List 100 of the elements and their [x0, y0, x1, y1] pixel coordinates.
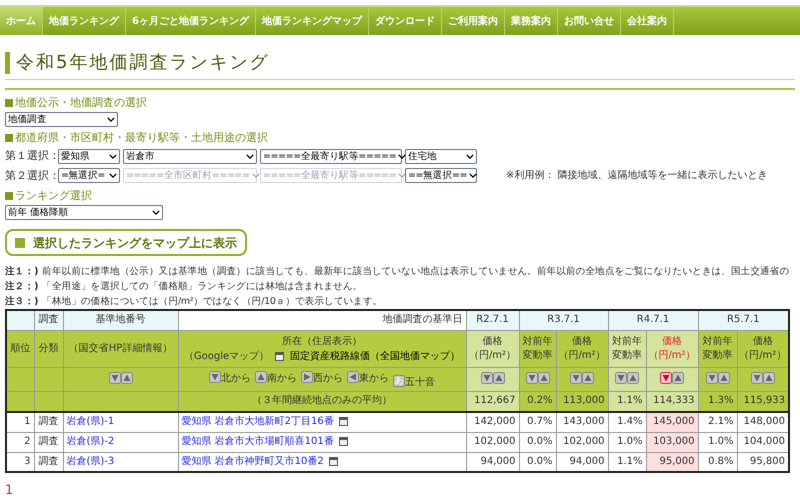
triangle-up-icon	[627, 372, 639, 384]
address-link[interactable]: 愛知県 岩倉市神野町又市10番2	[182, 456, 324, 467]
table-cell: 調査	[34, 412, 63, 432]
chevron-down-icon	[109, 154, 117, 159]
table-cell: 1.0%	[608, 432, 646, 452]
table-cell: 102,000	[466, 432, 519, 452]
sort-button[interactable]	[672, 372, 684, 384]
triangle-down-icon	[570, 372, 582, 384]
column-header: 対前年 変動率	[519, 330, 556, 367]
triangle-up-icon	[672, 372, 684, 384]
table-cell	[6, 367, 34, 391]
dropdown[interactable]: =無選択=	[58, 168, 120, 184]
chevron-down-icon	[466, 154, 474, 159]
section-heading: ランキング選択	[15, 188, 92, 204]
year-header: R3.7.1	[519, 310, 608, 330]
page-number: 1	[5, 483, 14, 498]
table-cell: 142,000	[466, 412, 519, 432]
dropdown[interactable]: 住宅地	[405, 148, 477, 164]
calendar-icon	[338, 436, 348, 446]
address-link[interactable]: 愛知県 岩倉市大地新町2丁目16番	[182, 416, 334, 428]
chevron-down-icon	[246, 154, 254, 159]
page-title: 令和5年地価調査ランキング	[16, 51, 270, 75]
triangle-down-icon	[706, 372, 718, 384]
sort-button[interactable]	[108, 372, 120, 384]
column-header: （Googleマップ）	[184, 350, 270, 364]
chevron-down-icon	[252, 173, 260, 178]
calendar-icon	[275, 352, 284, 360]
table-cell: 1.3%	[698, 391, 737, 412]
address-link[interactable]: 愛知県 岩倉市大市場町順喜101番	[182, 436, 334, 447]
column-header: 価格 （円/m²）	[556, 330, 608, 367]
sort-button[interactable]	[615, 372, 627, 384]
table-cell: 0.2%	[519, 391, 556, 412]
triangle-down-icon	[480, 372, 492, 384]
sort-button[interactable]: 東から	[347, 368, 389, 386]
year-header: R4.7.1	[608, 310, 698, 330]
column-header: 価格 （円/m²）	[646, 330, 698, 367]
column-header: （国交省HP詳細情報）	[63, 330, 178, 367]
section-heading: 都道府県・市区町村・最寄り駅等・土地用途の選択	[15, 130, 268, 146]
column-header: 対前年 変動率	[698, 330, 737, 367]
dropdown[interactable]: =====全最寄り駅等=====	[260, 148, 402, 164]
chevron-down-icon	[107, 117, 115, 122]
dropdown[interactable]: ==無選択==	[405, 168, 477, 184]
triangle-up-icon	[582, 372, 594, 384]
site-link[interactable]: 岩倉(県)-1	[66, 416, 114, 428]
dropdown[interactable]: 岩倉市	[123, 148, 257, 164]
table-cell: 調査	[34, 432, 63, 452]
site-link[interactable]: 岩倉(県)-3	[66, 456, 114, 467]
sort-button[interactable]	[660, 372, 672, 384]
chevron-down-icon	[152, 210, 160, 215]
sort-button[interactable]	[480, 372, 492, 384]
sort-button[interactable]	[492, 372, 504, 384]
sort-button[interactable]: 南から	[255, 368, 297, 386]
site-link[interactable]: 岩倉(県)-2	[66, 436, 114, 447]
sort-button[interactable]: 北から	[209, 368, 251, 386]
triangle-up-icon	[718, 372, 730, 384]
table-cell: 113,000	[556, 391, 608, 412]
sort-button[interactable]	[526, 372, 538, 384]
sort-button[interactable]	[627, 372, 639, 384]
table-cell: 1.4%	[608, 412, 646, 432]
sort-button[interactable]	[120, 372, 132, 384]
table-cell: 1	[6, 412, 34, 432]
table-cell: 95,000	[646, 452, 698, 472]
dropdown[interactable]: 地価調査	[5, 112, 118, 127]
column-header: 価格 （円/m²）	[737, 330, 789, 367]
triangle-down-icon	[615, 372, 627, 384]
bullet-icon	[5, 99, 13, 107]
dropdown[interactable]: 愛知県	[58, 148, 120, 164]
sort-button[interactable]	[570, 372, 582, 384]
usage-note: ※利用例： 隣接地域、遠隔地域等を一緒に表示したいとき	[506, 168, 768, 184]
table-cell: 143,000	[556, 412, 608, 432]
calendar-icon	[338, 417, 348, 426]
note-label: 注２：)	[5, 280, 38, 294]
note-label: 注１：)	[5, 264, 38, 279]
triangle-up-icon	[538, 372, 550, 384]
sort-button[interactable]	[706, 372, 718, 384]
column-header: 地価調査の基準日	[178, 310, 466, 330]
selection-label: 第２選択：	[5, 168, 55, 184]
table-cell: 114,333	[646, 391, 698, 412]
selection-label: 第１選択：	[5, 148, 55, 164]
sort-button[interactable]	[538, 372, 550, 384]
bullet-icon	[5, 134, 13, 142]
map-button[interactable]: 選択したランキングをマップ上に表示	[5, 229, 247, 256]
square-icon	[15, 238, 25, 248]
table-cell: 112,667	[466, 391, 519, 412]
sort-button[interactable]	[718, 372, 730, 384]
sort-button[interactable]	[762, 372, 775, 384]
column-header: 所在（住居表示）	[281, 334, 363, 348]
table-cell: 0.7%	[519, 412, 556, 432]
dropdown[interactable]: 前年 価格降順	[5, 205, 163, 220]
table-cell: 115,933	[737, 391, 789, 412]
table-cell: 2	[6, 432, 34, 452]
column-header: 価格 （円/m²）	[466, 330, 519, 367]
year-header: R2.7.1	[466, 310, 519, 330]
sort-button[interactable]: 西から	[301, 368, 343, 386]
triangle-down-icon	[209, 371, 221, 383]
triangle-up-icon	[762, 372, 775, 384]
note-text: 前年以前に標準地（公示）又は基準地（調査）に該当しても、最新年に該当していない地点は表示していません。前年以前の全地点をご覧になりたいときは、国土交通省の	[42, 265, 790, 279]
map-link[interactable]: 固定資産税路線価（全国地価マップ）	[290, 348, 460, 364]
sort-button[interactable]	[750, 372, 763, 384]
sort-button[interactable]	[582, 372, 594, 384]
